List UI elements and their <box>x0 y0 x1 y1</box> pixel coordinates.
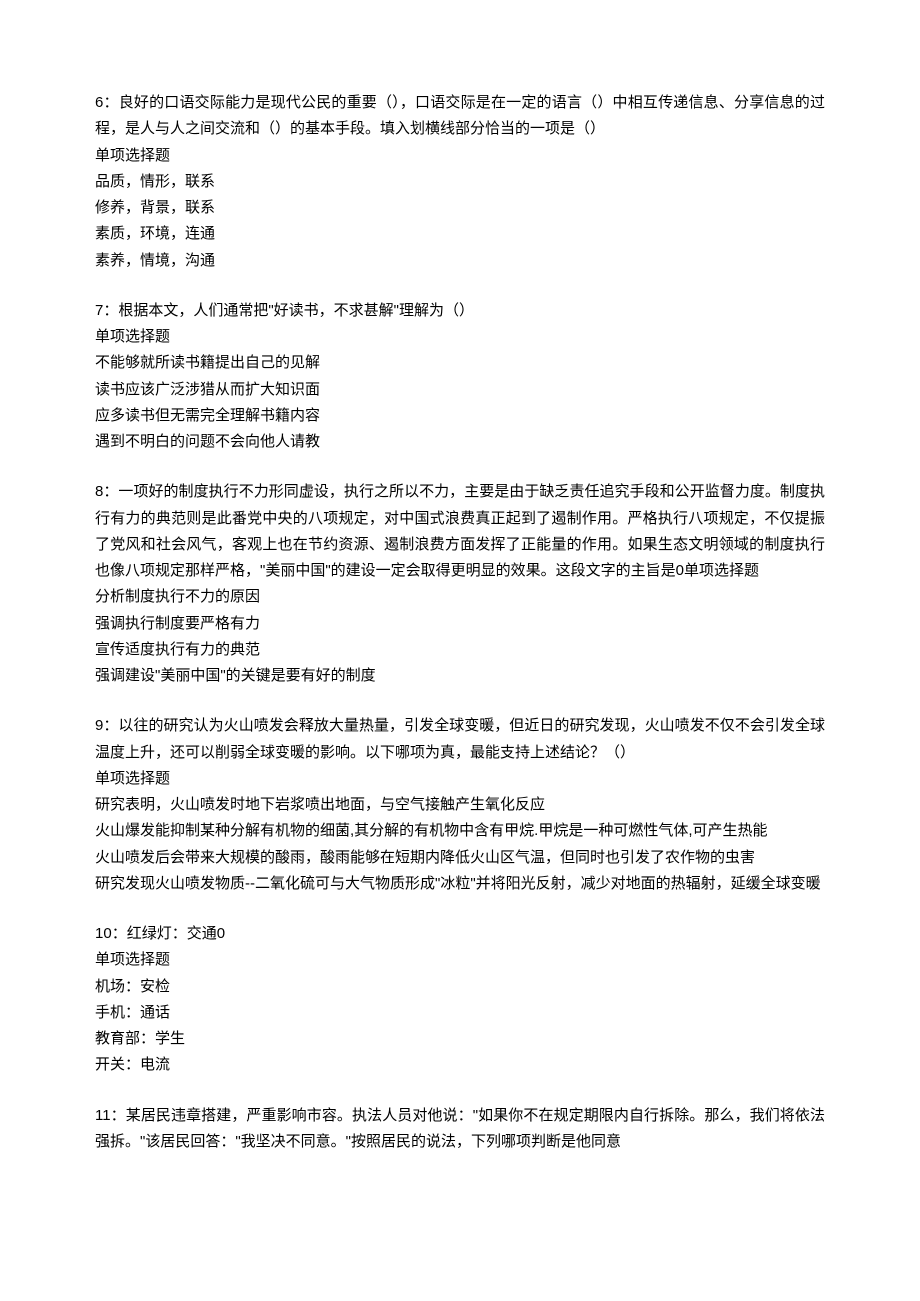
stem-text: 根据本文，人们通常把"好读书，不求甚解"理解为（） <box>118 302 474 319</box>
option: 强调建设"美丽中国"的关键是要有好的制度 <box>95 663 825 689</box>
option: 开关：电流 <box>95 1052 825 1078</box>
question-9: 9：以往的研究认为火山喷发会释放大量热量，引发全球变暖，但近日的研究发现，火山喷… <box>95 713 825 897</box>
option: 品质，情形，联系 <box>95 169 825 195</box>
option: 教育部：学生 <box>95 1026 825 1052</box>
document-page: 6：良好的口语交际能力是现代公民的重要（），口语交际是在一定的语言（）中相互传递… <box>0 0 920 1301</box>
question-number: 11 <box>95 1107 111 1124</box>
question-stem: 10：红绿灯：交通0 <box>95 921 825 947</box>
option: 手机：通话 <box>95 1000 825 1026</box>
option: 研究发现火山喷发物质--二氧化硫可与大气物质形成"冰粒"并将阳光反射，减少对地面… <box>95 871 825 897</box>
stem-text: 某居民违章搭建，严重影响市容。执法人员对他说："如果你不在规定期限内自行拆除。那… <box>95 1107 825 1150</box>
question-8: 8：一项好的制度执行不力形同虚设，执行之所以不力，主要是由于缺乏责任追究手段和公… <box>95 479 825 689</box>
stem-text: 一项好的制度执行不力形同虚设，执行之所以不力，主要是由于缺乏责任追究手段和公开监… <box>95 483 825 579</box>
question-6: 6：良好的口语交际能力是现代公民的重要（），口语交际是在一定的语言（）中相互传递… <box>95 90 825 274</box>
question-number: 10 <box>95 925 112 942</box>
question-number: 7 <box>95 302 103 319</box>
question-number: 8 <box>95 483 103 500</box>
option: 强调执行制度要严格有力 <box>95 611 825 637</box>
stem-text: 红绿灯：交通0 <box>127 925 225 942</box>
question-stem: 9：以往的研究认为火山喷发会释放大量热量，引发全球变暖，但近日的研究发现，火山喷… <box>95 713 825 766</box>
question-type: 单项选择题 <box>95 143 825 169</box>
option: 宣传适度执行有力的典范 <box>95 637 825 663</box>
question-stem: 7：根据本文，人们通常把"好读书，不求甚解"理解为（） <box>95 298 825 324</box>
option: 遇到不明白的问题不会向他人请教 <box>95 429 825 455</box>
option: 不能够就所读书籍提出自己的见解 <box>95 350 825 376</box>
question-number: 6 <box>95 94 103 111</box>
option: 分析制度执行不力的原因 <box>95 584 825 610</box>
question-type: 单项选择题 <box>95 766 825 792</box>
question-stem: 8：一项好的制度执行不力形同虚设，执行之所以不力，主要是由于缺乏责任追究手段和公… <box>95 479 825 584</box>
option: 修养，背景，联系 <box>95 195 825 221</box>
option: 机场：安检 <box>95 974 825 1000</box>
question-type: 单项选择题 <box>95 324 825 350</box>
option: 读书应该广泛涉猎从而扩大知识面 <box>95 377 825 403</box>
option: 素质，环境，连通 <box>95 221 825 247</box>
question-11: 11：某居民违章搭建，严重影响市容。执法人员对他说："如果你不在规定期限内自行拆… <box>95 1103 825 1156</box>
question-type: 单项选择题 <box>95 947 825 973</box>
option: 研究表明，火山喷发时地下岩浆喷出地面，与空气接触产生氧化反应 <box>95 792 825 818</box>
question-7: 7：根据本文，人们通常把"好读书，不求甚解"理解为（） 单项选择题 不能够就所读… <box>95 298 825 456</box>
question-number: 9 <box>95 717 103 734</box>
stem-text: 以往的研究认为火山喷发会释放大量热量，引发全球变暖，但近日的研究发现，火山喷发不… <box>95 717 825 760</box>
option: 火山爆发能抑制某种分解有机物的细菌,其分解的有机物中含有甲烷.甲烷是一种可燃性气… <box>95 818 825 844</box>
option: 火山喷发后会带来大规模的酸雨，酸雨能够在短期内降低火山区气温，但同时也引发了农作… <box>95 845 825 871</box>
question-stem: 6：良好的口语交际能力是现代公民的重要（），口语交际是在一定的语言（）中相互传递… <box>95 90 825 143</box>
question-stem: 11：某居民违章搭建，严重影响市容。执法人员对他说："如果你不在规定期限内自行拆… <box>95 1103 825 1156</box>
question-10: 10：红绿灯：交通0 单项选择题 机场：安检 手机：通话 教育部：学生 开关：电… <box>95 921 825 1079</box>
option: 应多读书但无需完全理解书籍内容 <box>95 403 825 429</box>
stem-text: 良好的口语交际能力是现代公民的重要（），口语交际是在一定的语言（）中相互传递信息… <box>95 94 825 137</box>
option: 素养，情境，沟通 <box>95 248 825 274</box>
